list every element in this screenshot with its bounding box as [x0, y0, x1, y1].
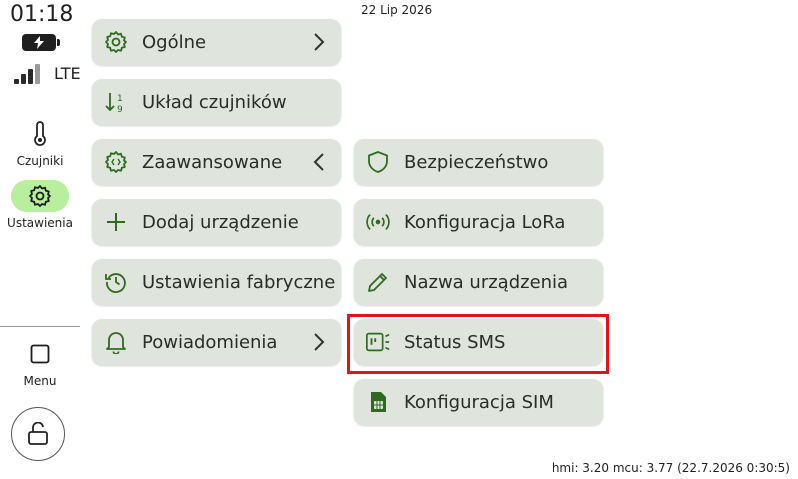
selection-highlight: [347, 314, 609, 374]
advanced-settings-button[interactable]: Zaawansowane: [92, 139, 341, 185]
network-type: LTE: [54, 64, 81, 83]
gear-code-icon: [105, 151, 127, 173]
button-label: Ogólne: [142, 31, 207, 53]
button-label: Układ czujników: [142, 91, 287, 113]
nav-pill-active: [11, 180, 69, 212]
device-name-button[interactable]: Nazwa urządzenia: [354, 259, 603, 305]
lora-config-button[interactable]: Konfiguracja LoRa: [354, 199, 603, 245]
version-info: hmi: 3.20 mcu: 3.77 (22.7.2026 0:30:5): [551, 461, 790, 475]
sim-config-button[interactable]: Konfiguracja SIM: [354, 379, 603, 425]
nav-pill: [11, 118, 69, 150]
factory-reset-button[interactable]: Ustawienia fabryczne: [92, 259, 341, 305]
button-label: Dodaj urządzenie: [142, 211, 299, 233]
chevron-left-icon: [313, 153, 324, 171]
gear-icon: [105, 31, 127, 53]
shield-icon: [368, 151, 388, 173]
chevron-right-icon: [314, 333, 325, 351]
chevron-right-icon: [314, 33, 325, 51]
nav-label: Czujniki: [16, 154, 64, 168]
clock: 01:18: [10, 2, 74, 27]
nav-item-sensors[interactable]: Czujniki: [0, 118, 80, 168]
thermometer-icon: [34, 121, 46, 146]
nav-item-settings[interactable]: Ustawienia: [0, 180, 80, 230]
bell-icon: [106, 332, 126, 354]
sensor-layout-button[interactable]: 1 9 Układ czujników: [92, 79, 341, 125]
plus-icon: [107, 213, 125, 231]
pencil-icon: [368, 273, 387, 292]
sidebar: 01:18 LTE Czujniki Ustawienia Menu: [0, 0, 81, 479]
security-button[interactable]: Bezpieczeństwo: [354, 139, 603, 185]
nav-label: Ustawienia: [7, 216, 73, 230]
sort-icon: 1 9: [105, 93, 123, 114]
battery-charging-icon: [22, 34, 60, 51]
sim-card-icon: [371, 392, 386, 412]
square-icon: [30, 344, 50, 364]
signal-strength-icon: [14, 62, 40, 84]
nav-item-menu[interactable]: Menu: [0, 344, 80, 388]
svg-text:9: 9: [117, 105, 123, 114]
svg-text:1: 1: [117, 94, 123, 104]
unlock-icon: [28, 422, 48, 445]
gear-icon: [29, 185, 51, 207]
date-label: 22 Lip 2026: [361, 3, 433, 17]
add-device-button[interactable]: Dodaj urządzenie: [92, 199, 341, 245]
notifications-button[interactable]: Powiadomienia: [92, 319, 341, 365]
button-label: Nazwa urządzenia: [404, 271, 569, 293]
lock-button[interactable]: [11, 407, 65, 461]
button-label: Konfiguracja SIM: [404, 391, 554, 413]
radio-icon: [366, 213, 390, 231]
button-label: Konfiguracja LoRa: [404, 211, 566, 233]
button-label: Powiadomienia: [142, 331, 278, 353]
history-icon: [105, 273, 126, 293]
settings-general-button[interactable]: Ogólne: [92, 19, 341, 65]
button-label: Bezpieczeństwo: [404, 151, 549, 173]
nav-label: Menu: [23, 374, 57, 388]
button-label: Ustawienia fabryczne: [142, 271, 336, 293]
sidebar-divider: [0, 326, 80, 327]
button-label: Zaawansowane: [142, 151, 283, 173]
